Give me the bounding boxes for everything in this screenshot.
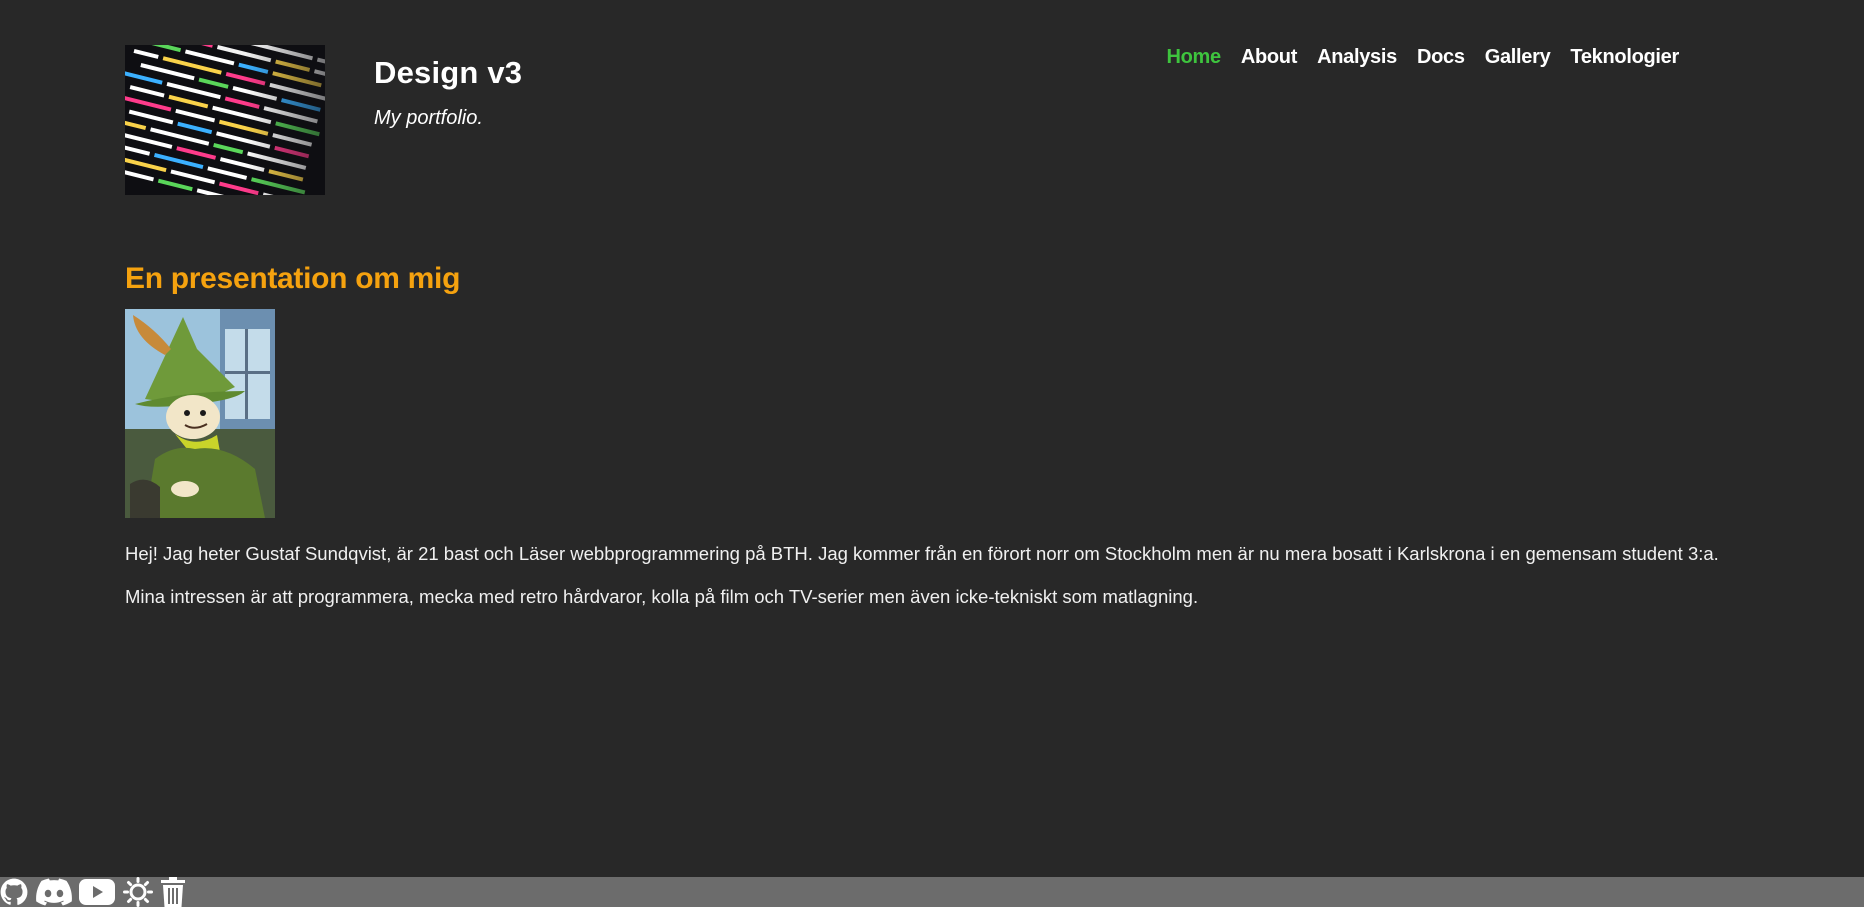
profile-image [125,309,275,518]
interests-paragraph: Mina intressen är att programmera, mecka… [125,586,1199,607]
nav-link-analysis[interactable]: Analysis [1307,44,1407,70]
nav-link-gallery[interactable]: Gallery [1475,44,1561,70]
youtube-icon[interactable] [75,877,119,907]
site-logo[interactable] [125,45,325,195]
nav-link-docs[interactable]: Docs [1407,44,1475,70]
nav-link-about[interactable]: About [1231,44,1307,70]
intro-paragraph: Hej! Jag heter Gustaf Sundqvist, är 21 b… [125,543,1719,564]
github-icon[interactable] [0,877,33,907]
code-screen-image [125,45,325,195]
site-title: Design v3 [374,55,523,90]
snufkin-portrait-image [125,309,275,518]
discord-icon[interactable] [33,877,75,907]
main-content: En presentation om mig Hej! Jag heter Gu… [125,262,1745,609]
theme-toggle-icon[interactable] [119,877,157,907]
main-navbar: Home About Analysis Docs Gallery Teknolo… [1156,44,1689,70]
page-heading: En presentation om mig [125,262,461,295]
page: Design v3 My portfolio. Home About Analy… [0,0,1864,907]
site-slogan: My portfolio. [374,107,483,129]
footer-bar [0,877,1864,907]
trash-icon[interactable] [157,877,189,907]
nav-link-home[interactable]: Home [1156,44,1230,70]
nav-link-teknologier[interactable]: Teknologier [1560,44,1689,70]
